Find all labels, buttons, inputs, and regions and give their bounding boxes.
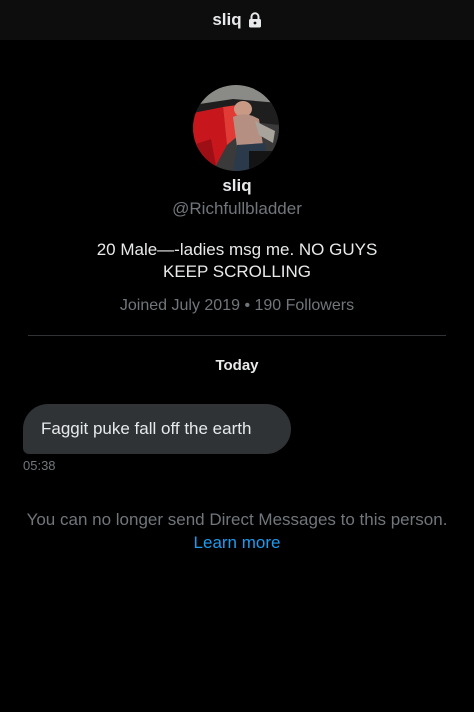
profile-bio: 20 Male—-ladies msg me. NO GUYS KEEP SCR… (40, 239, 434, 283)
profile-name[interactable]: sliq (0, 176, 474, 196)
message-text: Faggit puke fall off the earth (41, 419, 252, 438)
divider (28, 335, 446, 336)
profile-handle: @Richfullbladder (172, 199, 302, 218)
avatar[interactable] (193, 85, 279, 171)
lock-icon (248, 12, 262, 28)
header-title[interactable]: sliq (212, 10, 241, 30)
bio-line: 20 Male—-ladies msg me. NO GUYS (96, 240, 378, 259)
message-bubble[interactable]: Faggit puke fall off the earth (23, 404, 291, 454)
conversation-header: sliq (0, 0, 474, 40)
dm-restriction-notice: You can no longer send Direct Messages t… (26, 510, 448, 529)
bio-line: KEEP SCROLLING (162, 262, 312, 281)
message-timestamp: 05:38 (23, 458, 56, 473)
profile-meta: Joined July 2019 • 190 Followers (119, 297, 355, 314)
date-label: Today (215, 357, 259, 374)
learn-more-link[interactable]: Learn more (0, 533, 474, 553)
